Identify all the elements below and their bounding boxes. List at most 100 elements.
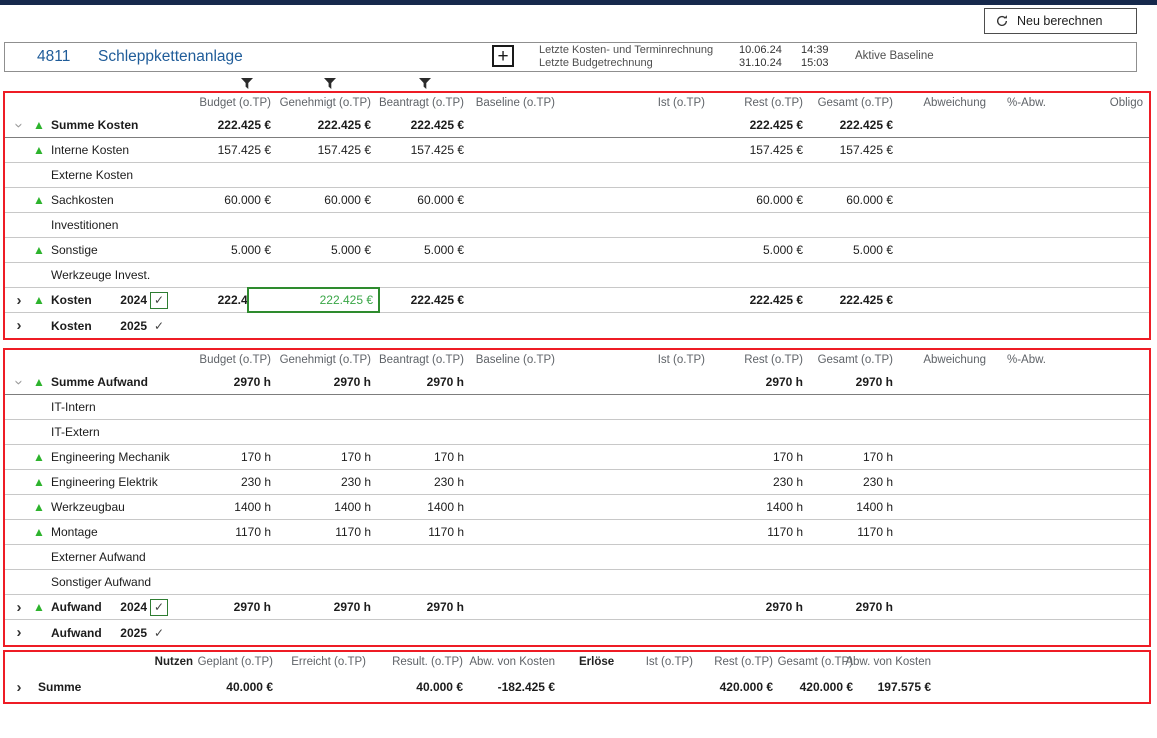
trend-up-icon: ▲ [33,501,51,513]
value-cell [895,213,988,237]
column-header: Result. (o.TP) [368,652,465,672]
value-cell [557,238,707,262]
value-cell [466,520,557,544]
checkbox[interactable]: ✓ [154,320,164,332]
value-cell [988,288,1048,312]
row-label: IT-Intern [51,400,115,414]
value-cell [213,213,273,237]
value-cell: 222.425 € [273,113,373,137]
value-cell [895,495,988,519]
value-cell [557,445,707,469]
value-cell [1048,113,1145,137]
expander-icon[interactable]: › [11,368,28,396]
value-cell [557,595,707,619]
row-label: Sonstige [51,243,115,257]
filter-icon[interactable] [418,77,432,90]
row-label: Summe Kosten [51,118,115,132]
value-cell: 2970 h [373,370,466,394]
value-cell [373,620,466,645]
value-cell [466,163,557,187]
last-cost-label: Letzte Kosten- und Terminrechnung [539,44,713,57]
value-cell [466,370,557,394]
value-cell: 40.000 € [368,672,465,702]
value-cell: 230 h [707,470,805,494]
value-cell: 170 h [273,445,373,469]
value-cell: 2970 h [707,370,805,394]
value-cell [895,113,988,137]
expander-icon[interactable]: › [11,111,28,139]
value-cell [988,620,1048,645]
filter-icon[interactable] [240,77,254,90]
value-cell [213,570,273,594]
value-cell [805,263,895,287]
year-label: 2024 [115,293,147,307]
column-header: Rest (o.TP) [707,93,805,113]
value-cell [273,620,373,645]
value-cell [988,263,1048,287]
value-cell [895,420,988,444]
value-cell [988,470,1048,494]
value-cell [805,570,895,594]
value-cell [213,263,273,287]
year-label: 2025 [115,319,147,333]
value-cell [805,163,895,187]
column-header: Baseline (o.TP) [466,350,557,370]
row-label: Summe Aufwand [51,375,115,389]
value-cell: 197.575 € [855,672,933,702]
value-cell [707,263,805,287]
row-values [213,570,1149,594]
column-header: Baseline (o.TP) [466,93,557,113]
row-values: 222.425 €222.425 €222.425 €222.425 €222.… [213,288,1149,312]
value-cell [988,445,1048,469]
checkbox[interactable]: ✓ [154,627,164,639]
value-cell [988,495,1048,519]
row-label: Engineering Elektrik [51,475,115,489]
value-cell [557,263,707,287]
row-label: Kosten [51,293,115,307]
value-cell [557,138,707,162]
row-values: 1400 h1400 h1400 h1400 h1400 h [213,495,1149,519]
expander-icon[interactable]: › [5,317,33,334]
table-row: ▲ Interne Kosten 157.425 €157.425 €157.4… [5,138,1149,163]
expander-icon[interactable]: › [5,292,33,309]
value-cell [373,163,466,187]
value-cell: 230 h [805,470,895,494]
expander-icon[interactable]: › [5,599,33,616]
column-header: Beantragt (o.TP) [373,93,466,113]
value-cell [466,595,557,619]
expander-icon[interactable]: › [5,624,33,641]
plus-icon[interactable]: + [492,45,514,67]
value-cell [895,188,988,212]
column-header: Ist (o.TP) [557,350,707,370]
value-cell: 5.000 € [707,238,805,262]
value-cell [988,370,1048,394]
value-cell [895,395,988,419]
recalculate-button[interactable]: Neu berechnen [984,8,1137,34]
value-cell [557,163,707,187]
column-header: Gesamt (o.TP) [805,350,895,370]
checkbox[interactable]: ✓ [150,599,168,616]
value-cell [895,163,988,187]
value-cell: 60.000 € [273,188,373,212]
row-values [213,620,1149,645]
checkbox[interactable]: ✓ [150,292,168,309]
value-cell [895,445,988,469]
value-cell [988,570,1048,594]
value-cell [805,420,895,444]
row-values: 222.425 €222.425 €222.425 €222.425 €222.… [213,113,1149,137]
value-cell: 40.000 € [193,672,275,702]
column-header: Gesamt (o.TP) [775,652,855,672]
row-values [213,545,1149,569]
value-cell [273,570,373,594]
filter-icon[interactable] [323,77,337,90]
value-cell [805,620,895,645]
value-cell [895,238,988,262]
value-cell [466,188,557,212]
column-header: Obligo [1048,93,1145,113]
value-cell [895,263,988,287]
value-cell [466,288,557,312]
highlighted-value-cell[interactable]: 222.425 € [247,287,380,313]
value-cell [895,288,988,312]
value-cell [707,420,805,444]
expander-icon[interactable]: › [5,679,33,696]
